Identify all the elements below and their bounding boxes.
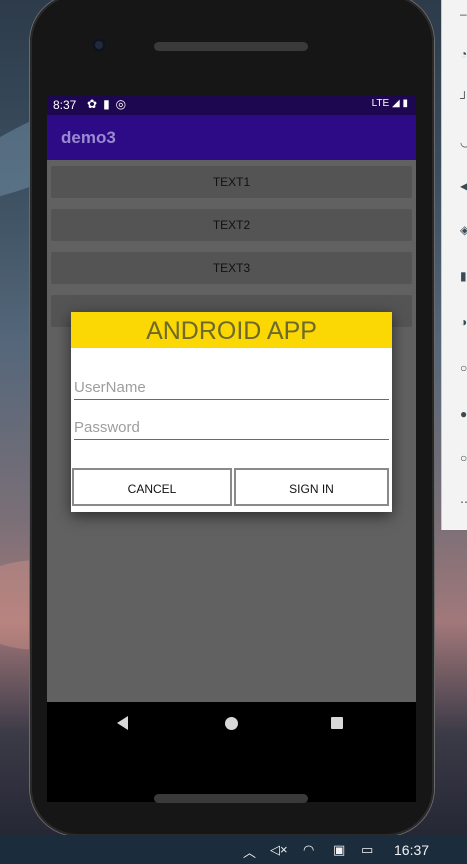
app-bar: demo3 <box>47 115 416 160</box>
status-icons: ✿▮◎ <box>87 97 132 111</box>
login-dialog: ANDROID APP CANCEL SIGN IN <box>71 312 392 512</box>
navigation-bar <box>47 702 416 802</box>
side-toolbar: – ◔ ┘ ◡ ◀ ◈ ▮ ◑ ○ ● ○ ⋯ <box>441 0 467 530</box>
tool-icon[interactable]: ▮ <box>460 270 467 282</box>
tool-icon[interactable]: ◈ <box>460 224 467 236</box>
battery-icon[interactable]: ▭ <box>361 842 373 858</box>
battery-icon: ▮ <box>402 98 408 109</box>
password-field <box>74 415 389 440</box>
tool-icon[interactable]: ● <box>460 408 467 420</box>
dialog-title: ANDROID APP <box>146 317 317 345</box>
app-tray-icon[interactable]: ▣ <box>333 842 345 858</box>
chevron-up-icon[interactable]: ︿ <box>243 842 256 861</box>
earpiece-speaker <box>154 42 308 51</box>
data-saver-icon: ◎ <box>115 97 133 111</box>
tool-icon[interactable]: ◑ <box>460 316 467 328</box>
tool-icon[interactable]: ⋯ <box>460 496 467 508</box>
app-title: demo3 <box>61 128 116 147</box>
minimize-icon[interactable]: – <box>460 8 467 20</box>
status-bar: 8:37 ✿▮◎ LTE ◢ ▮ <box>47 95 416 115</box>
username-field <box>74 375 389 400</box>
dialog-header: ANDROID APP <box>71 312 392 348</box>
tool-icon[interactable]: ○ <box>460 452 467 464</box>
text2-button[interactable]: TEXT2 <box>51 209 412 241</box>
front-camera <box>92 38 106 52</box>
settings-icon: ✿ <box>87 97 104 111</box>
tool-icon[interactable]: ○ <box>460 362 467 374</box>
wifi-icon[interactable]: ◠ <box>303 842 314 858</box>
taskbar: ︿ ◁× ◠ ▣ ▭ 16:37 <box>0 835 467 864</box>
sd-card-icon: ▮ <box>103 97 116 111</box>
bottom-speaker <box>154 794 308 803</box>
home-icon[interactable] <box>225 717 238 730</box>
tool-icon[interactable]: ◔ <box>460 48 467 60</box>
status-right: LTE ◢ ▮ <box>372 98 408 109</box>
cancel-button[interactable]: CANCEL <box>72 468 232 506</box>
sign-in-button[interactable]: SIGN IN <box>234 468 389 506</box>
password-input[interactable] <box>74 415 389 439</box>
network-label: LTE <box>371 98 390 109</box>
taskbar-clock[interactable]: 16:37 <box>394 842 429 858</box>
tool-icon[interactable]: ◡ <box>460 136 467 148</box>
speaker-muted-icon[interactable]: ◁× <box>270 842 288 858</box>
tool-icon[interactable]: ◀ <box>460 180 467 192</box>
text1-button[interactable]: TEXT1 <box>51 166 412 198</box>
signal-icon: ◢ <box>392 98 400 109</box>
text3-button[interactable]: TEXT3 <box>51 252 412 284</box>
recents-icon[interactable] <box>331 717 343 729</box>
tool-icon[interactable]: ┘ <box>460 92 467 104</box>
username-input[interactable] <box>74 375 389 399</box>
back-icon[interactable] <box>117 716 128 730</box>
status-time: 8:37 <box>53 98 77 112</box>
